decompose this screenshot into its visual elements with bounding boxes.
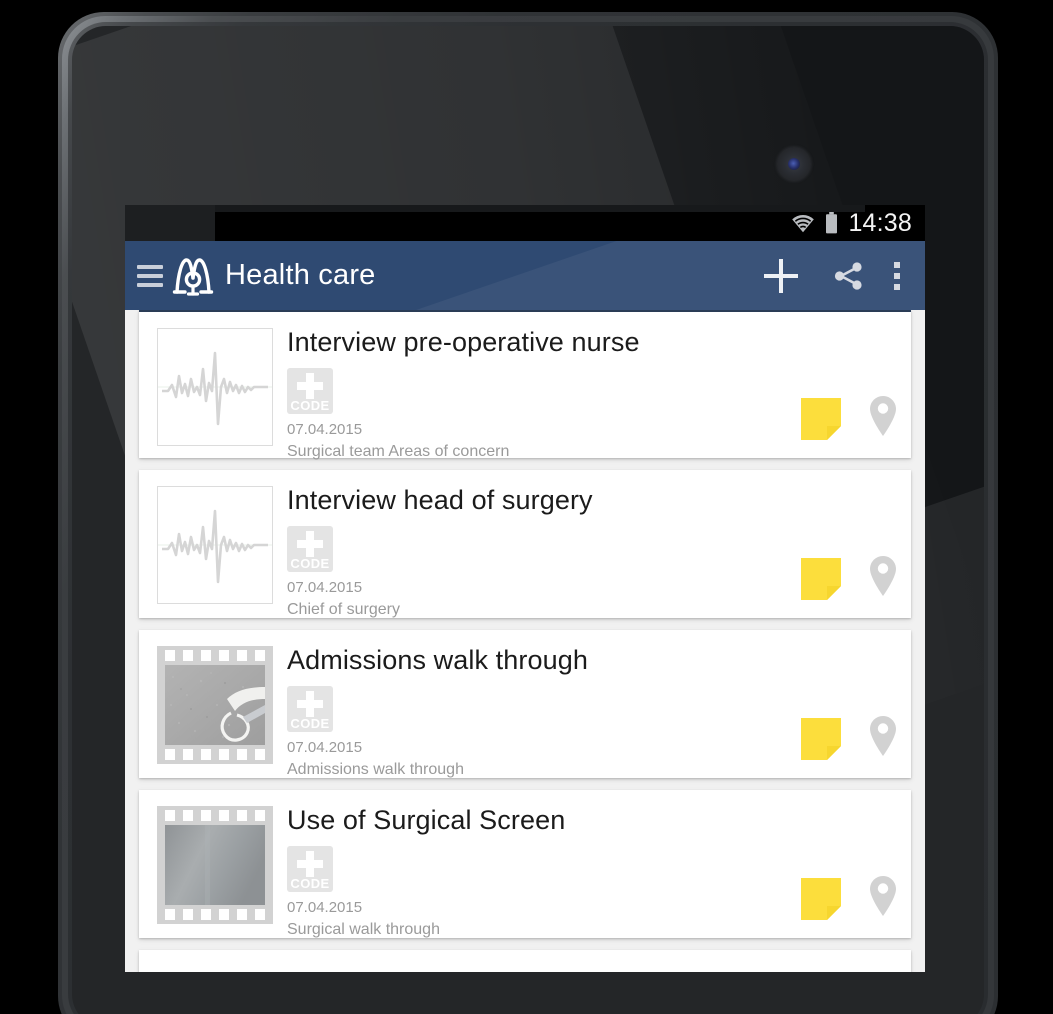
app-bar: Health care [125,241,925,310]
code-badge[interactable]: CODE [287,368,333,415]
plus-horizontal-bar [297,860,323,869]
film-frame-image [165,665,265,745]
audio-waveform-thumbnail [157,328,273,446]
list-item-subtitle: Admissions walk through [287,761,464,779]
list-item-actions [801,875,897,922]
code-badge-label: CODE [290,398,330,414]
status-bar-clock: 14:38 [848,208,912,237]
list-item-title: Use of Surgical Screen [287,805,566,835]
front-camera-icon [777,147,811,181]
list-item-actions [801,395,897,442]
status-bar-left-block [125,205,215,241]
recording-list[interactable]: Interview pre-operative nurse CODE 07.04… [125,310,925,972]
film-sprocket-row-top [157,810,273,821]
wifi-icon [790,213,816,233]
app-bar-actions [760,255,925,297]
code-badge-label: CODE [290,556,330,572]
page-title: Health care [225,259,376,291]
code-badge[interactable]: CODE [287,526,333,573]
location-pin-icon[interactable] [869,395,897,442]
code-badge-label: CODE [290,716,330,732]
list-item-subtitle: Chief of surgery [287,601,400,619]
video-filmstrip-thumbnail [157,806,273,924]
audio-waveform-thumbnail [157,486,273,604]
list-item-subtitle: Surgical walk through [287,921,440,939]
video-filmstrip-thumbnail [157,646,273,764]
plus-icon[interactable] [760,255,802,297]
hamburger-menu-icon[interactable] [137,264,163,287]
status-bar-top-strip [215,205,865,212]
list-item[interactable]: Use of Surgical Screen CODE 07.04.2015 S… [139,790,911,938]
plus-horizontal-bar [297,382,323,391]
location-pin-icon[interactable] [869,875,897,922]
share-icon[interactable] [830,258,866,294]
status-bar: 14:38 [125,205,925,241]
list-item[interactable]: Interview head of surgery CODE 07.04.201… [139,470,911,618]
list-item-title: Admissions walk through [287,645,588,675]
yellow-note-icon[interactable] [801,557,841,600]
list-item[interactable]: Interview pre-operative nurse CODE 07.04… [139,310,911,460]
location-pin-icon[interactable] [869,555,897,602]
plus-horizontal-bar [297,540,323,549]
list-item-actions [801,555,897,602]
list-item-actions [801,715,897,762]
screenshot-root: 14:38 Health care Interview pre-operativ… [0,0,1053,1014]
plus-horizontal-bar [297,700,323,709]
code-badge[interactable]: CODE [287,686,333,733]
list-item[interactable]: Admissions walk through CODE 07.04.2015 … [139,630,911,778]
tablet-screen: 14:38 Health care Interview pre-operativ… [125,205,925,972]
code-badge-label: CODE [290,876,330,892]
list-item-title: Interview pre-operative nurse [287,327,640,357]
battery-icon [825,212,838,234]
list-item-title: Interview head of surgery [287,485,593,515]
location-pin-icon[interactable] [869,715,897,762]
film-sprocket-row-bottom [157,749,273,760]
yellow-note-icon[interactable] [801,397,841,440]
overflow-menu-icon[interactable] [894,261,900,290]
app-logo-icon[interactable] [169,252,217,300]
list-item[interactable] [139,950,911,972]
code-badge[interactable]: CODE [287,846,333,893]
list-item-subtitle: Surgical team Areas of concern [287,443,510,461]
yellow-note-icon[interactable] [801,717,841,760]
camera-lens [788,158,800,170]
yellow-note-icon[interactable] [801,877,841,920]
film-frame-image [165,825,265,905]
film-sprocket-row-top [157,650,273,661]
film-sprocket-row-bottom [157,909,273,920]
